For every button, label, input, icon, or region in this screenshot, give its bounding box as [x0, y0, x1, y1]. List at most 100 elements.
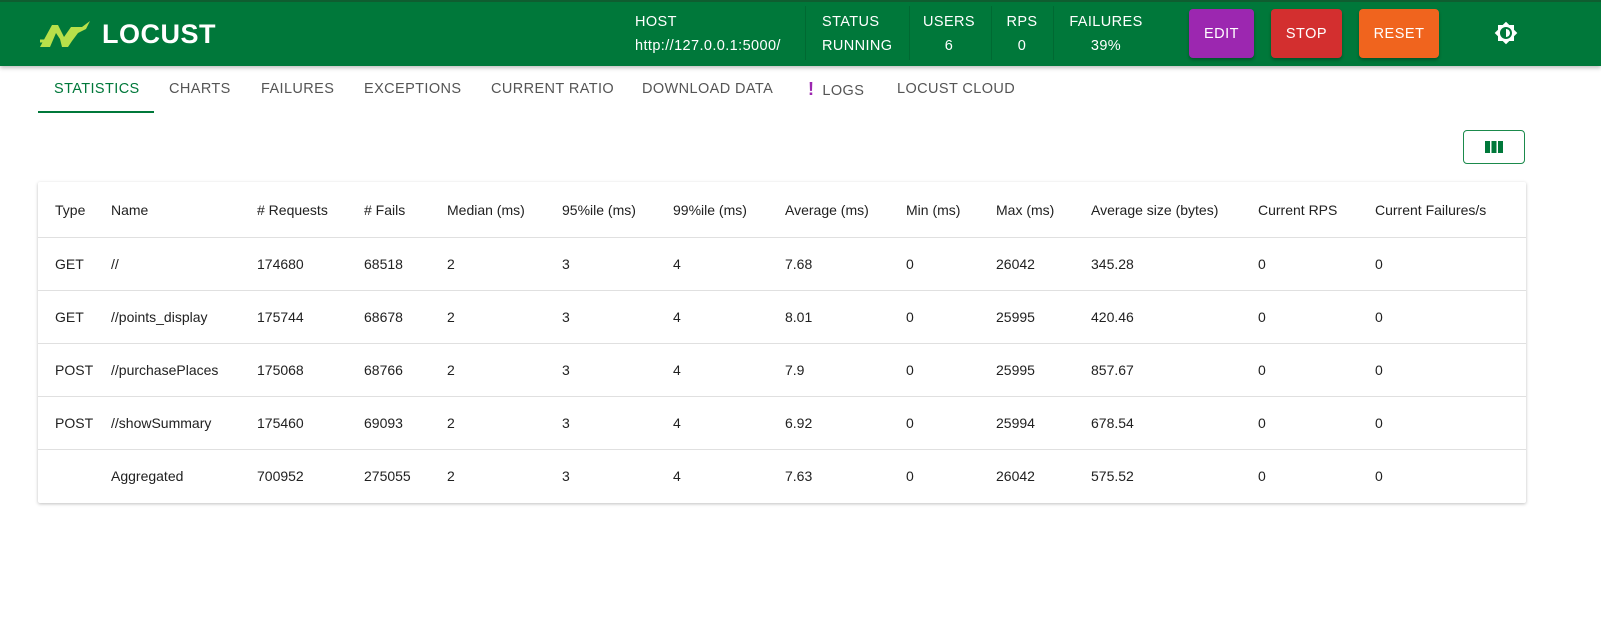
column-header[interactable]: Current RPS: [1258, 182, 1375, 238]
table-cell: 420.46: [1091, 290, 1258, 344]
table-cell: 2: [447, 468, 455, 484]
table-cell: //points_display: [111, 290, 257, 344]
table-cell: 0: [906, 468, 914, 484]
tab-exceptions[interactable]: EXCEPTIONS: [364, 66, 461, 112]
column-selector-button[interactable]: [1463, 130, 1525, 164]
statistics-table-card: Type Name # Requests # Fails Median (ms)…: [38, 182, 1526, 503]
rps-label: RPS: [1006, 14, 1038, 30]
rps-stat: RPS 0: [1003, 12, 1041, 58]
table-cell: 0: [1258, 396, 1375, 450]
tab-charts[interactable]: CHARTS: [169, 66, 231, 112]
table-cell: 4: [673, 468, 681, 484]
table-cell: 174680: [257, 237, 364, 291]
app-header: LOCUST HOST http://127.0.0.1:5000/ STATU…: [0, 0, 1601, 66]
table-cell: 68518: [364, 237, 447, 291]
table-cell: 175744: [257, 290, 364, 344]
edit-button[interactable]: EDIT: [1189, 9, 1254, 58]
table-cell: 68678: [364, 290, 447, 344]
table-cell: 8.01: [785, 290, 906, 344]
table-cell: 3: [562, 396, 673, 450]
column-header[interactable]: Name: [111, 182, 257, 238]
failures-label: FAILURES: [1069, 14, 1143, 30]
table-cell: 2: [447, 343, 562, 397]
table-cell: 69093: [364, 396, 447, 450]
tab-locust-cloud[interactable]: LOCUST CLOUD: [897, 66, 1015, 112]
host-value: http://127.0.0.1:5000/: [635, 38, 781, 54]
column-header[interactable]: Type: [38, 182, 111, 238]
table-cell: 0: [1375, 343, 1526, 397]
table-cell: 68766: [364, 343, 447, 397]
table-cell: 4: [673, 396, 785, 450]
column-header[interactable]: Current Failures/s: [1375, 182, 1526, 238]
table-cell: //purchasePlaces: [111, 343, 257, 397]
table-cell: GET: [38, 237, 111, 291]
table-cell: 0: [1375, 237, 1526, 291]
rps-value: 0: [1017, 38, 1027, 54]
table-cell: 0: [906, 343, 996, 397]
table-cell: 25995: [996, 343, 1091, 397]
status-value: RUNNING: [822, 38, 893, 54]
table-cell: 0: [1258, 468, 1266, 484]
table-row: GET//174680 68518 2 3 4 7.68 0 26042 345.28 0 0: [38, 237, 1526, 291]
column-header[interactable]: 95%ile (ms): [562, 182, 673, 238]
column-header[interactable]: Min (ms): [906, 182, 996, 238]
column-header[interactable]: Average (ms): [785, 182, 906, 238]
header-divider: [909, 6, 910, 60]
users-stat: USERS 6: [920, 12, 978, 58]
table-cell: 3: [562, 343, 673, 397]
column-header[interactable]: Max (ms): [996, 182, 1091, 238]
logo-text: LOCUST: [102, 19, 216, 49]
column-header[interactable]: # Fails: [364, 182, 447, 238]
failures-stat: FAILURES 39%: [1068, 12, 1144, 58]
column-header[interactable]: # Requests: [257, 182, 364, 238]
table-cell: 0: [906, 237, 996, 291]
table-cell: 2: [447, 290, 562, 344]
table-body: GET//174680 68518 2 3 4 7.68 0 26042 345.28 0 0 GET…: [38, 237, 1526, 503]
table-cell: 4: [673, 290, 785, 344]
tab-download-data[interactable]: DOWNLOAD DATA: [642, 66, 773, 112]
table-cell: 678.54: [1091, 396, 1258, 450]
host-stat: HOST http://127.0.0.1:5000/: [635, 12, 805, 58]
table-cell: 3: [562, 290, 673, 344]
table-header-row: Type Name # Requests # Fails Median (ms)…: [38, 182, 1526, 238]
table-cell: 0: [906, 396, 996, 450]
failures-value: 39%: [1090, 38, 1122, 54]
table-cell: 0: [1258, 290, 1375, 344]
reset-button[interactable]: RESET: [1359, 9, 1439, 58]
header-divider: [805, 6, 806, 60]
table-cell: 0: [1375, 468, 1383, 484]
table-cell: 575.52: [1091, 468, 1134, 484]
table-cell: 3: [562, 237, 673, 291]
tab-logs-label: LOGS: [822, 83, 865, 99]
table-cell: //showSummary: [111, 396, 257, 450]
table-cell: 4: [673, 343, 785, 397]
stop-button[interactable]: STOP: [1271, 9, 1342, 58]
column-header[interactable]: Median (ms): [447, 182, 562, 238]
locust-logo[interactable]: LOCUST: [38, 19, 216, 49]
statistics-table: Type Name # Requests # Fails Median (ms)…: [38, 182, 1526, 502]
locust-logo-icon: [40, 21, 90, 47]
logs-alert-icon: !: [808, 79, 815, 99]
table-cell: POST: [38, 396, 111, 450]
column-header[interactable]: 99%ile (ms): [673, 182, 785, 238]
table-cell: 175460: [257, 396, 364, 450]
table-cell: 700952: [257, 468, 304, 484]
tab-statistics[interactable]: STATISTICS: [54, 66, 140, 112]
table-cell: 3: [562, 468, 570, 484]
table-cell: POST: [38, 343, 111, 397]
table-cell: 857.67: [1091, 343, 1258, 397]
tab-failures[interactable]: FAILURES: [261, 66, 334, 112]
table-cell: 26042: [996, 468, 1035, 484]
table-cell: GET: [38, 290, 111, 344]
table-cell: 6.92: [785, 396, 906, 450]
host-label: HOST: [635, 14, 677, 30]
tab-current-ratio[interactable]: CURRENT RATIO: [491, 66, 614, 112]
table-cell: 7.63: [785, 468, 813, 484]
users-label: USERS: [923, 14, 975, 30]
column-header[interactable]: Average size (bytes): [1091, 182, 1258, 238]
table-cell: 0: [906, 290, 996, 344]
table-cell: 0: [1375, 290, 1526, 344]
brightness-icon[interactable]: [1494, 21, 1518, 45]
table-row: POST//showSummary 175460 69093 2 3 4 6.92 0 2599…: [38, 396, 1526, 450]
tab-logs[interactable]: ! LOGS: [808, 66, 864, 112]
